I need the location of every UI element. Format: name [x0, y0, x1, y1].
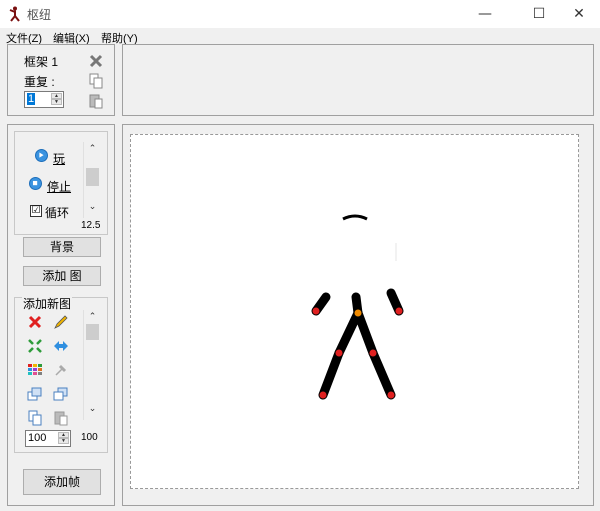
figure-size-arrows[interactable]: ▲ ▼ [58, 432, 69, 445]
figure-size-stepper[interactable]: 100 ▲ ▼ [25, 430, 71, 447]
speed-scroll-thumb[interactable] [86, 168, 99, 186]
add-image-button[interactable]: 添加 图 [23, 266, 101, 286]
add-frame-button[interactable]: 添加帧 [23, 469, 101, 495]
stop-button[interactable]: 停止 [47, 178, 71, 195]
bring-front-icon[interactable] [27, 386, 43, 402]
scale-readout: 100 [81, 432, 98, 443]
close-button[interactable]: ✕ [556, 0, 600, 28]
animation-box: 玩 停止 ☑ 循环 ⌃ ⌄ 12.5 [14, 131, 108, 235]
title-bar: 枢纽 — ☐ ✕ [0, 0, 600, 28]
joint-left-foot[interactable] [319, 391, 327, 399]
joint-right-foot[interactable] [387, 391, 395, 399]
minimize-button[interactable]: — [462, 0, 508, 28]
play-button[interactable]: 玩 [53, 150, 65, 167]
copy-figure-icon[interactable] [27, 410, 43, 426]
repeat-stepper[interactable]: 1 ▲ ▼ [24, 91, 64, 108]
head-outline [342, 214, 368, 221]
repeat-value: 1 [27, 93, 36, 105]
joint-left-hand[interactable] [312, 307, 320, 315]
joint-right-knee[interactable] [369, 349, 377, 357]
figure-scroll-thumb[interactable] [86, 324, 99, 340]
flip-figure-icon[interactable] [53, 338, 69, 354]
stop-icon[interactable] [29, 177, 42, 190]
speed-scrollbar[interactable]: ⌃ ⌄ [83, 142, 101, 218]
loop-label: 循环 [45, 206, 70, 220]
figure-tools-box: 添加新图 ⌃ ⌄ 100 ▲ ▼ 100 [14, 295, 108, 453]
figure-scroll-down-icon[interactable]: ⌄ [84, 404, 101, 414]
joint-right-hand[interactable] [395, 307, 403, 315]
joint-hip-root[interactable] [354, 309, 362, 317]
scroll-down-icon[interactable]: ⌄ [84, 202, 101, 212]
paste-figure-icon[interactable] [53, 410, 69, 426]
delete-frame-icon[interactable] [88, 53, 104, 69]
stickman-app-icon [9, 6, 20, 22]
add-new-figure-label: 添加新图 [22, 295, 73, 312]
delete-figure-icon[interactable] [27, 314, 43, 330]
frame-label: 框架 1 [24, 55, 59, 69]
frame-panel: 框架 1 重复 : 1 ▲ ▼ [7, 44, 115, 116]
left-shin[interactable] [318, 348, 344, 400]
send-back-icon[interactable] [53, 386, 69, 402]
drawing-canvas[interactable] [130, 134, 579, 489]
loop-checkbox[interactable]: ☑ [30, 205, 42, 217]
joint-left-knee[interactable] [335, 349, 343, 357]
play-icon[interactable] [35, 149, 48, 162]
frame-strip [122, 44, 594, 116]
speed-value: 12.5 [81, 220, 101, 231]
copy-frame-icon[interactable] [88, 73, 104, 89]
repeat-stepper-arrows[interactable]: ▲ ▼ [51, 93, 62, 106]
edit-figure-icon[interactable] [53, 314, 69, 330]
stick-figure[interactable] [131, 135, 578, 488]
right-thigh[interactable] [353, 308, 378, 358]
window-title: 枢纽 [27, 8, 52, 22]
repeat-label: 重复 : [24, 75, 55, 89]
background-button[interactable]: 背景 [23, 237, 101, 257]
left-control-panel: 玩 停止 ☑ 循环 ⌃ ⌄ 12.5 背景 添加 图 添加新图 ⌃ ⌄ 100 … [7, 124, 115, 506]
center-figure-icon[interactable] [27, 338, 43, 354]
figure-size-value: 100 [28, 432, 47, 444]
figure-scroll-up-icon[interactable]: ⌃ [84, 312, 101, 322]
right-shin[interactable] [368, 348, 396, 400]
color-figure-icon[interactable] [27, 362, 43, 378]
scroll-up-icon[interactable]: ⌃ [84, 144, 101, 154]
figure-scrollbar[interactable]: ⌃ ⌄ [83, 310, 101, 420]
pin-figure-icon[interactable] [53, 362, 69, 378]
left-thigh[interactable] [334, 308, 363, 358]
paste-frame-icon[interactable] [88, 93, 104, 109]
